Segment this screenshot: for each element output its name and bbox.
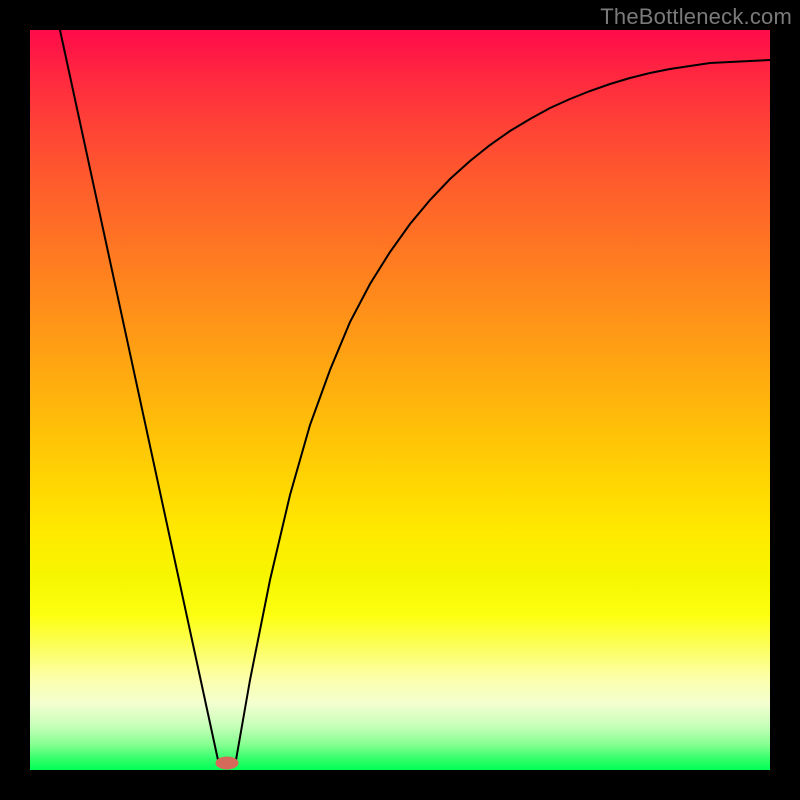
trough-marker: [216, 757, 238, 769]
watermark-text: TheBottleneck.com: [600, 4, 792, 30]
chart-svg: [30, 30, 770, 770]
curve-right-branch: [236, 60, 770, 760]
plot-area: [30, 30, 770, 770]
curve-left-branch: [60, 30, 218, 760]
chart-frame: TheBottleneck.com: [0, 0, 800, 800]
